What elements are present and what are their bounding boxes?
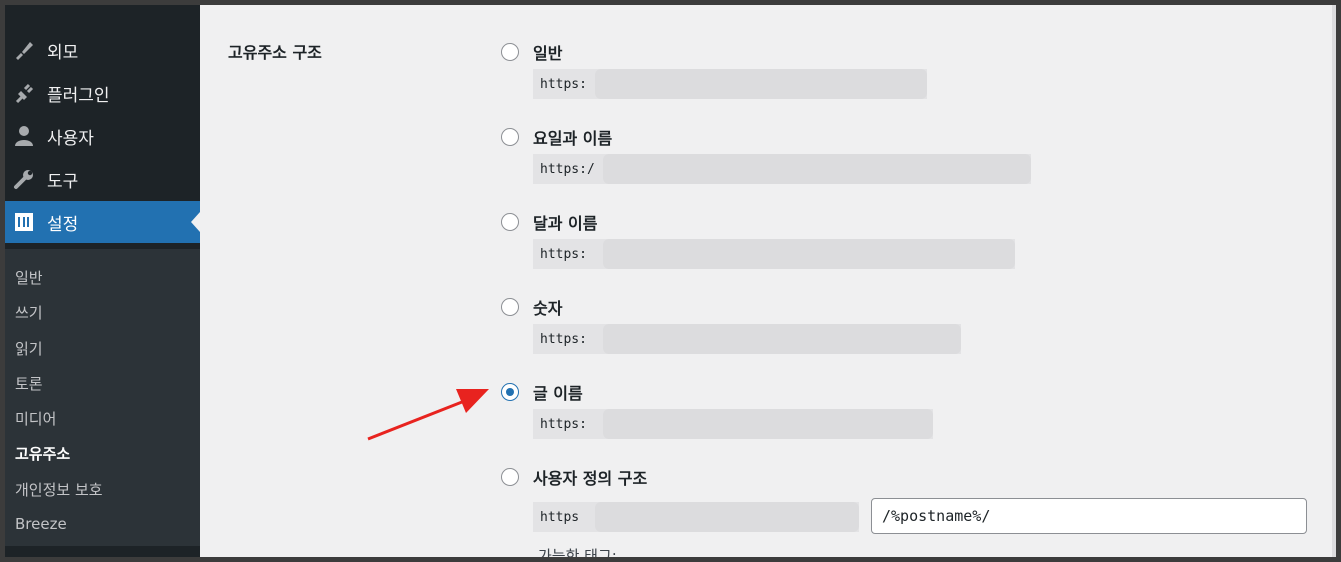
main-content: 고유주소 구조 일반 https: 요일과 이름 https:/ 달과 이름 h… <box>200 5 1336 557</box>
url-example: https: <box>533 239 1015 269</box>
redacted-url <box>595 69 927 99</box>
redacted-url <box>595 502 859 532</box>
menu-item-appearance[interactable]: 외모 <box>5 29 200 71</box>
url-example: https: <box>533 69 927 99</box>
submenu-item-permalinks[interactable]: 고유주소 <box>15 443 70 464</box>
settings-icon <box>11 210 37 234</box>
radio-numeric[interactable] <box>501 298 519 316</box>
menu-label: 설정 <box>47 214 79 235</box>
menu-item-settings[interactable]: 설정 <box>5 201 200 243</box>
brush-icon <box>11 38 37 62</box>
submenu-item-reading[interactable]: 읽기 <box>15 338 43 359</box>
menu-item-tools[interactable]: 도구 <box>5 158 200 200</box>
option-label: 요일과 이름 <box>533 129 613 148</box>
submenu-item-writing[interactable]: 쓰기 <box>15 302 43 323</box>
menu-label: 외모 <box>47 42 79 63</box>
radio-day-and-name[interactable] <box>501 128 519 146</box>
url-example: https:/ <box>533 154 1031 184</box>
app-frame: 외모 플러그인 사용자 도구 설정 일반 쓰기 읽기 토론 미디어 고유주소 개… <box>5 5 1336 557</box>
settings-submenu: 일반 쓰기 읽기 토론 미디어 고유주소 개인정보 보호 Breeze <box>5 249 200 549</box>
available-tags-label: 가능한 태그: <box>538 547 617 557</box>
submenu-item-media[interactable]: 미디어 <box>15 408 56 429</box>
option-label: 숫자 <box>533 299 563 318</box>
url-example: https: <box>533 409 933 439</box>
redacted-url <box>603 409 933 439</box>
menu-item-users[interactable]: 사용자 <box>5 115 200 157</box>
page-edge <box>1332 5 1336 557</box>
url-example: https: <box>533 324 961 354</box>
option-label: 일반 <box>533 44 563 63</box>
permalink-structure-label: 고유주소 구조 <box>228 43 322 62</box>
custom-structure-input[interactable]: /%postname%/ <box>871 498 1307 534</box>
plugin-icon <box>11 81 37 105</box>
menu-label: 도구 <box>47 171 79 192</box>
submenu-item-general[interactable]: 일반 <box>15 267 43 288</box>
sidebar-footer <box>5 546 200 557</box>
redacted-url <box>603 239 1015 269</box>
radio-plain[interactable] <box>501 43 519 61</box>
radio-custom-structure[interactable] <box>501 468 519 486</box>
submenu-item-discussion[interactable]: 토론 <box>15 373 43 394</box>
user-icon <box>11 124 37 148</box>
submenu-item-breeze[interactable]: Breeze <box>15 515 67 533</box>
submenu-item-privacy[interactable]: 개인정보 보호 <box>15 479 103 500</box>
wrench-icon <box>11 167 37 191</box>
menu-label: 사용자 <box>47 128 94 149</box>
redacted-url <box>603 324 961 354</box>
option-label: 사용자 정의 구조 <box>533 469 648 488</box>
option-label: 달과 이름 <box>533 214 598 233</box>
url-base: https <box>533 502 859 532</box>
redacted-url <box>603 154 1031 184</box>
menu-label: 플러그인 <box>47 85 110 106</box>
option-label: 글 이름 <box>533 384 583 403</box>
radio-month-and-name[interactable] <box>501 213 519 231</box>
admin-sidebar: 외모 플러그인 사용자 도구 설정 일반 쓰기 읽기 토론 미디어 고유주소 개… <box>5 5 200 557</box>
radio-post-name[interactable] <box>501 383 519 401</box>
menu-item-plugins[interactable]: 플러그인 <box>5 72 200 114</box>
